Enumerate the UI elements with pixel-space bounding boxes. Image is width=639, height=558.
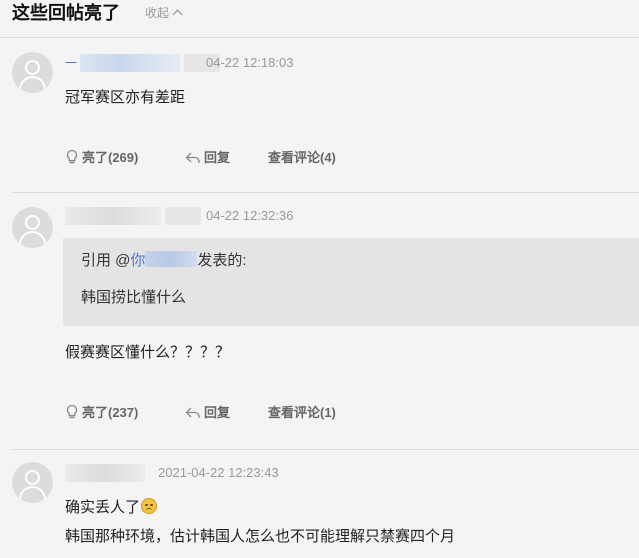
username[interactable] xyxy=(65,464,145,482)
collapse-button[interactable]: 收起 xyxy=(145,5,183,21)
quote-header: 引用 @你 发表的: xyxy=(81,251,247,269)
reply-content: 冠军赛区亦有差距 xyxy=(65,89,186,106)
quote-text: 韩国捞比懂什么 xyxy=(81,289,187,306)
reply-content-line2: 韩国那种环境，估计韩国人怎么也不可能理解只禁赛四个月 xyxy=(65,528,456,545)
hot-replies-header: 这些回帖亮了 收起 xyxy=(0,0,639,38)
avatar[interactable] xyxy=(12,52,53,93)
post-time: 04-22 12:32:36 xyxy=(206,208,294,223)
view-comments-button[interactable]: 查看评论(1) xyxy=(268,403,336,423)
username[interactable] xyxy=(65,207,201,225)
light-button[interactable]: 亮了(269) xyxy=(65,148,138,168)
reply-item: 一 04-22 12:18:03 冠军赛区亦有差距 亮了(269) 回复 查看评… xyxy=(0,38,639,190)
quoted-user[interactable]: 你 xyxy=(130,252,145,269)
reply-button[interactable]: 回复 xyxy=(185,403,230,423)
username[interactable]: 一 xyxy=(65,54,221,72)
chevron-up-icon xyxy=(172,9,183,20)
post-time: 04-22 12:18:03 xyxy=(206,55,294,70)
reply-content: 确实丢人了 xyxy=(65,498,158,518)
reply-arrow-icon xyxy=(185,407,200,418)
quote-block: 引用 @你 发表的: 韩国捞比懂什么 xyxy=(63,238,639,326)
bulb-icon xyxy=(66,149,78,164)
reply-arrow-icon xyxy=(185,152,200,163)
reply-button[interactable]: 回复 xyxy=(185,148,230,168)
bulb-icon xyxy=(66,404,78,419)
section-title: 这些回帖亮了 xyxy=(12,3,120,23)
blurred-username xyxy=(65,464,145,482)
reply-item: 04-22 12:32:36 引用 @你 发表的: 韩国捞比懂什么 假赛赛区懂什么… xyxy=(0,193,639,449)
collapse-label: 收起 xyxy=(145,6,170,20)
reply-content: 假赛赛区懂什么？？？？ xyxy=(65,344,231,361)
blurred-date xyxy=(165,207,201,225)
view-comments-button[interactable]: 查看评论(4) xyxy=(268,148,336,168)
post-time: 2021-04-22 12:23:43 xyxy=(158,465,279,480)
blurred-username xyxy=(80,54,181,72)
avatar[interactable] xyxy=(12,462,53,503)
reply-item: 2021-04-22 12:23:43 确实丢人了 韩国那种环境，估计韩国人怎么… xyxy=(0,450,639,558)
light-button[interactable]: 亮了(237) xyxy=(65,403,138,423)
blurred-quoted-user xyxy=(145,251,198,267)
avatar[interactable] xyxy=(12,207,53,248)
blurred-username xyxy=(65,207,161,225)
sad-face-emoji xyxy=(141,498,158,514)
